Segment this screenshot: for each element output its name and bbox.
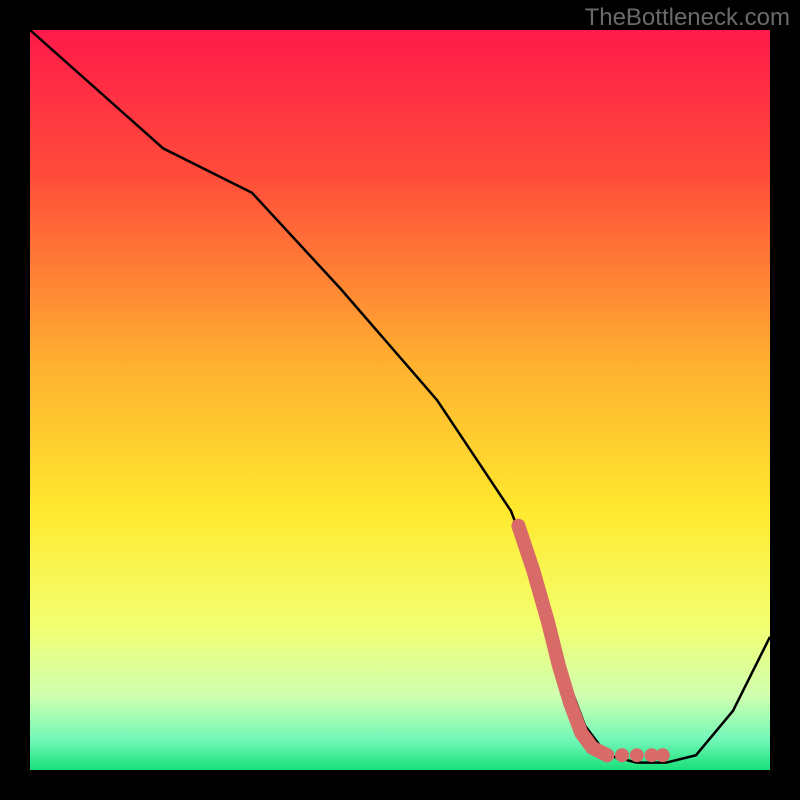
chart-svg [30,30,770,770]
highlight-dot [615,748,629,762]
gradient-background [30,30,770,770]
watermark-text: TheBottleneck.com [585,4,790,32]
highlight-dot [656,748,670,762]
highlight-dot [600,748,614,762]
highlight-dot [630,748,644,762]
chart-container [30,30,770,770]
